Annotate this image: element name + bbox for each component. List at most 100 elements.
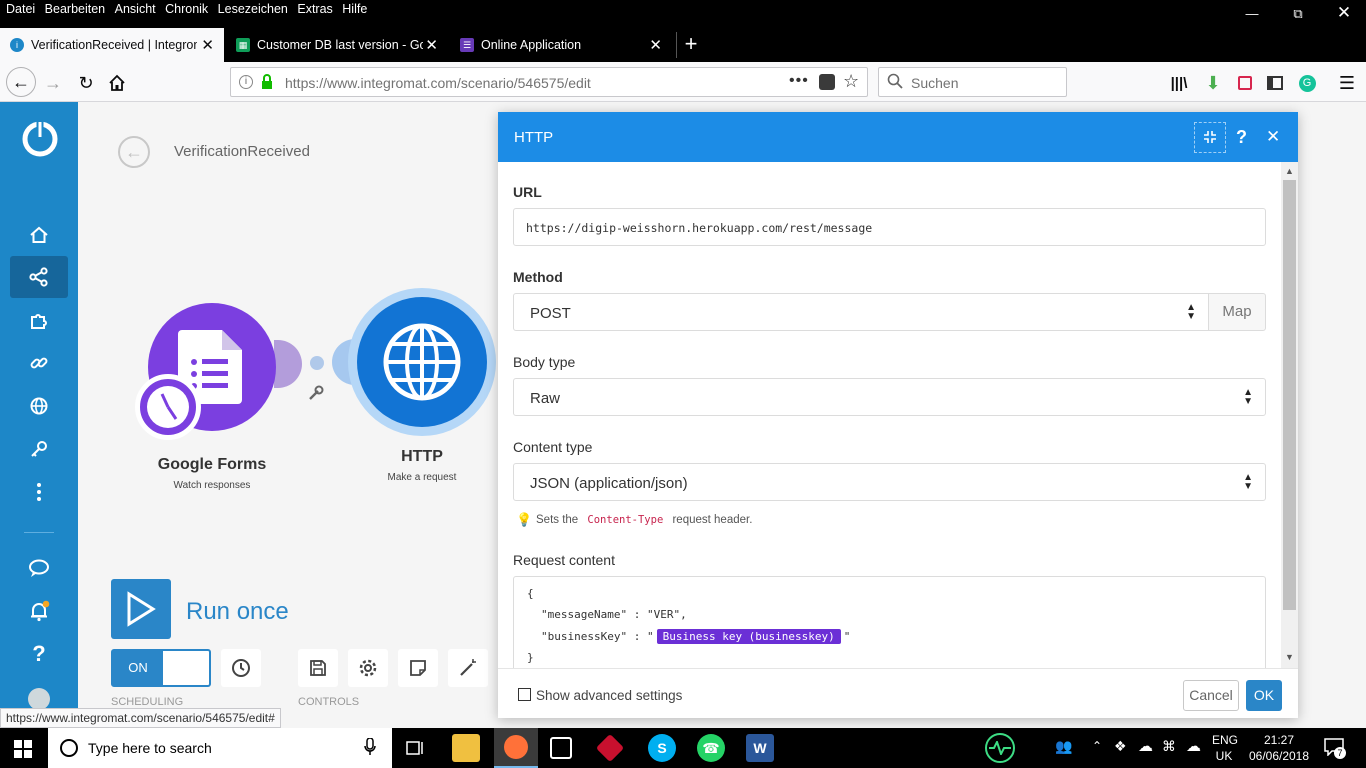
http-module[interactable] — [357, 297, 487, 427]
info-icon[interactable]: i — [239, 75, 253, 89]
show-hidden-icons[interactable]: ⌃ — [1092, 739, 1102, 753]
back-arrow-icon[interactable]: ← — [118, 136, 150, 168]
clock-time[interactable]: 21:27 — [1246, 733, 1312, 747]
close-tab-icon[interactable]: ✕ — [649, 36, 662, 54]
forward-icon[interactable]: → — [40, 70, 66, 96]
clock-date[interactable]: 06/06/2018 — [1246, 749, 1312, 763]
language-top[interactable]: ENG — [1212, 733, 1238, 747]
link-icon[interactable] — [10, 342, 68, 384]
whatsapp-icon[interactable]: ☎ — [697, 734, 725, 762]
dialog-scrollbar[interactable]: ▲ ▼ — [1281, 162, 1298, 668]
scroll-down-icon[interactable]: ▼ — [1285, 652, 1294, 662]
menu-ansicht[interactable]: Ansicht — [115, 2, 156, 16]
map-button[interactable]: Map — [1208, 293, 1266, 331]
toggle-on-label: ON — [113, 651, 163, 685]
notifications-bell-icon[interactable] — [10, 590, 68, 632]
settings-button[interactable] — [348, 649, 388, 687]
people-icon[interactable]: 👥 — [1055, 738, 1072, 755]
maximize-icon[interactable]: ⧉ — [1288, 6, 1308, 22]
scenarios-share-icon[interactable] — [10, 256, 68, 298]
clock-trigger-icon[interactable] — [135, 374, 201, 440]
puzzle-icon[interactable] — [10, 300, 68, 342]
tab-integromat[interactable]: i VerificationReceived | Integromat ✕ — [0, 28, 224, 62]
task-view-icon[interactable] — [402, 734, 430, 762]
schedule-clock-button[interactable] — [221, 649, 261, 687]
close-window-icon[interactable]: ✕ — [1334, 3, 1354, 22]
word-icon[interactable]: W — [746, 734, 774, 762]
activity-monitor-icon[interactable] — [985, 733, 1015, 763]
avatar[interactable] — [28, 688, 50, 710]
scrollbar-thumb[interactable] — [1283, 180, 1296, 610]
more-vertical-icon[interactable] — [10, 471, 68, 513]
pocket-toolbar-icon[interactable] — [1232, 70, 1258, 96]
scroll-up-icon[interactable]: ▲ — [1285, 166, 1294, 176]
back-icon[interactable]: ← — [6, 67, 36, 97]
close-tab-icon[interactable]: ✕ — [201, 36, 214, 54]
menu-hilfe[interactable]: Hilfe — [342, 2, 367, 16]
save-button[interactable] — [298, 649, 338, 687]
content-type-select[interactable]: JSON (application/json) ▲ ▼ — [513, 463, 1266, 501]
scheduling-toggle[interactable]: ON — [111, 649, 211, 687]
menu-chronik[interactable]: Chronik — [165, 2, 208, 16]
tab-online-application[interactable]: ☰ Online Application ✕ — [450, 28, 672, 62]
pocket-icon[interactable] — [819, 74, 835, 90]
volume-icon[interactable]: ☁ — [1186, 737, 1201, 755]
git-icon[interactable] — [595, 733, 625, 763]
firefox-taskbar-item[interactable] — [494, 728, 538, 768]
close-tab-icon[interactable]: ✕ — [425, 36, 438, 54]
sidebar-toggle-icon[interactable] — [1262, 70, 1288, 96]
wrench-icon[interactable] — [308, 385, 324, 406]
ok-button[interactable]: OK — [1246, 680, 1282, 711]
advanced-settings-label[interactable]: Show advanced settings — [536, 688, 682, 703]
search-box[interactable]: Suchen — [878, 67, 1067, 97]
wifi-icon[interactable]: ⌘ — [1162, 738, 1176, 755]
run-once-label[interactable]: Run once — [186, 598, 289, 626]
microphone-icon[interactable] — [364, 737, 376, 761]
page-actions-icon[interactable]: ••• — [789, 72, 809, 90]
url-bar[interactable]: i https://www.integromat.com/scenario/54… — [230, 67, 868, 97]
close-icon[interactable]: ✕ — [1266, 127, 1280, 147]
home-icon[interactable] — [104, 70, 130, 96]
reload-icon[interactable]: ↻ — [73, 70, 99, 96]
help-icon[interactable]: ? — [1236, 127, 1247, 148]
bookmark-star-icon[interactable]: ☆ — [843, 71, 859, 92]
advanced-settings-checkbox[interactable] — [518, 688, 531, 701]
taskbar-search-box[interactable]: Type here to search — [48, 728, 392, 768]
skype-icon[interactable]: S — [648, 734, 676, 762]
calendar-icon[interactable] — [550, 737, 572, 759]
key-icon[interactable] — [10, 428, 68, 470]
onedrive-icon[interactable]: ☁ — [1138, 737, 1153, 755]
mapped-variable-pill[interactable]: Business key (businesskey) — [656, 629, 841, 644]
menu-lesezeichen[interactable]: Lesezeichen — [218, 2, 288, 16]
action-center-icon[interactable]: 7 — [1324, 738, 1346, 759]
hamburger-menu-icon[interactable]: ☰ — [1334, 70, 1360, 96]
request-content-editor[interactable]: { "messageName" : "VER", "businessKey" :… — [513, 576, 1266, 668]
dropbox-icon[interactable]: ❖ — [1114, 738, 1127, 755]
url-input[interactable]: https://digip-weisshorn.herokuapp.com/re… — [513, 208, 1266, 246]
method-select[interactable]: POST ▲ ▼ — [513, 293, 1209, 331]
chat-icon[interactable] — [10, 547, 68, 589]
new-tab-icon[interactable]: + — [680, 32, 702, 56]
collapse-icon[interactable] — [1194, 122, 1226, 153]
integromat-logo-icon[interactable] — [21, 120, 59, 163]
notes-button[interactable] — [398, 649, 438, 687]
globe-icon[interactable] — [10, 385, 68, 427]
file-explorer-icon[interactable] — [452, 734, 480, 762]
tab-customer-db[interactable]: ▦ Customer DB last version - Google ✕ — [226, 28, 448, 62]
help-icon[interactable]: ? — [10, 633, 68, 675]
minimize-icon[interactable]: — — [1242, 6, 1262, 22]
route-dot[interactable] — [310, 356, 324, 370]
cancel-button[interactable]: Cancel — [1183, 680, 1239, 711]
library-icon[interactable]: |||\ — [1166, 70, 1192, 96]
home-icon[interactable] — [10, 214, 68, 256]
menu-bearbeiten[interactable]: Bearbeiten — [45, 2, 105, 16]
auto-align-button[interactable] — [448, 649, 488, 687]
menu-extras[interactable]: Extras — [297, 2, 332, 16]
menu-datei[interactable]: Datei — [6, 2, 35, 16]
language-bottom[interactable]: UK — [1212, 749, 1236, 763]
windows-start-icon[interactable] — [14, 740, 32, 763]
run-once-button[interactable] — [111, 579, 171, 639]
body-type-select[interactable]: Raw ▲ ▼ — [513, 378, 1266, 416]
grammarly-icon[interactable]: G — [1294, 70, 1320, 96]
download-icon[interactable]: ⬇ — [1200, 70, 1226, 96]
